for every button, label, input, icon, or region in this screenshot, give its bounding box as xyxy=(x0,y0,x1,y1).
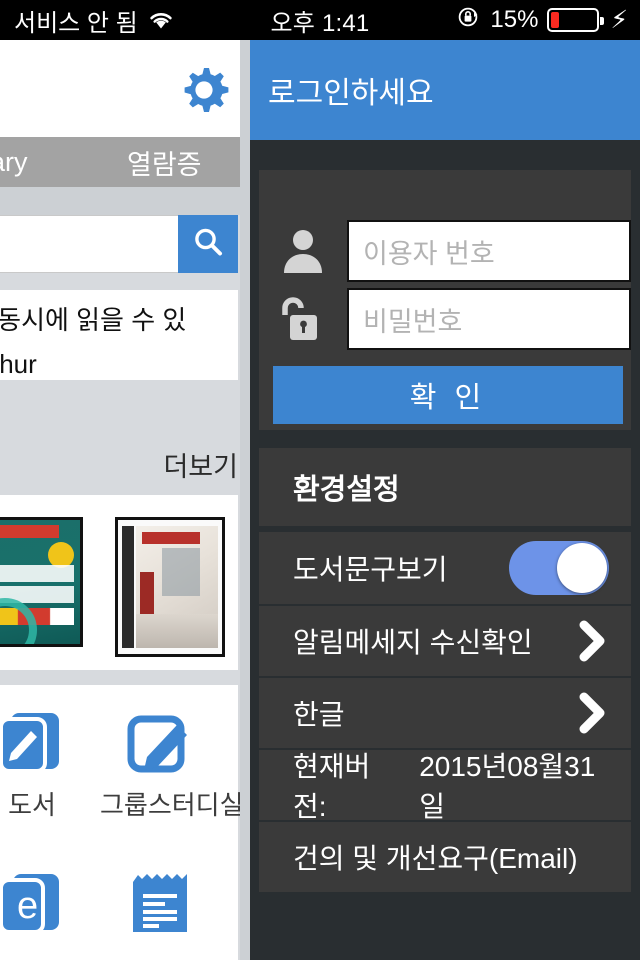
background-app-topbar xyxy=(0,40,250,137)
phone-screen: 서비스 안 됨 오후 1:41 15% ⚡ ry 열람증 동시에 읽을 수 있 … xyxy=(0,0,640,960)
notice-text: 를 동시에 읽을 수 있 Arthur xyxy=(0,290,238,380)
panel-header[interactable]: 로그인하세요 xyxy=(250,40,640,140)
tab-library[interactable]: ibrary xyxy=(0,147,28,178)
lightning-bolt-icon: ⚡ xyxy=(610,5,628,34)
svg-text:e: e xyxy=(17,885,38,927)
tab-reading-card[interactable]: 열람증 xyxy=(127,143,202,182)
gear-icon[interactable] xyxy=(176,62,232,118)
setting-row-book-phrase[interactable]: 도서문구보기 xyxy=(259,532,631,604)
status-bar: 서비스 안 됨 오후 1:41 15% ⚡ xyxy=(0,0,640,40)
login-submit-button[interactable]: 확 인 xyxy=(273,366,623,424)
setting-label: 알림메세지 수신확인 xyxy=(293,627,533,658)
menu-item-notepad[interactable] xyxy=(100,860,220,946)
menu-item-book[interactable]: 도서 xyxy=(0,699,92,822)
search-button[interactable] xyxy=(178,215,238,273)
password-row: 비밀번호 xyxy=(259,286,631,352)
more-link[interactable]: 더보기 xyxy=(0,445,250,489)
version-value: 2015년08월31일 xyxy=(419,751,596,822)
background-app: ibrary 열람증 를 동시에 읽을 수 있 Arthur 더보기 xyxy=(0,40,250,960)
chevron-right-icon xyxy=(575,619,609,663)
background-app-tabbar: ibrary 열람증 xyxy=(0,137,250,187)
search-icon xyxy=(191,225,225,264)
setting-label: 도서문구보기 xyxy=(293,554,448,585)
chevron-right-icon xyxy=(575,691,609,735)
notepad-icon xyxy=(100,860,220,940)
setting-row-feedback[interactable]: 건의 및 개선요구(Email) xyxy=(259,822,631,892)
settings-panel: 로그인하세요 이용자 번호 비밀번호 확 인 환경설정 도서문구보기 알림메세지… xyxy=(250,40,640,960)
menu-item-label: 그룹스터디실 xyxy=(100,790,244,820)
book-cover[interactable] xyxy=(115,517,225,657)
panel-header-title: 로그인하세요 xyxy=(268,77,434,110)
user-id-row: 이용자 번호 xyxy=(259,218,631,284)
search-strip xyxy=(0,187,250,215)
setting-label: 건의 및 개선요구(Email) xyxy=(293,843,578,874)
menu-item-ebook[interactable]: e xyxy=(0,860,92,946)
status-bar-right: 15% ⚡ xyxy=(457,5,628,36)
settings-section-title: 환경설정 xyxy=(259,448,631,526)
version-label: 현재버전: xyxy=(293,751,371,822)
person-icon xyxy=(259,227,347,275)
book-cover[interactable] xyxy=(0,517,83,647)
quick-menu: 도서 그룹스터디실 e xyxy=(0,685,244,960)
setting-label: 한글 xyxy=(293,699,345,730)
panel-edge xyxy=(240,40,250,960)
book-phrase-toggle[interactable] xyxy=(509,541,609,595)
battery-percent-label: 15% xyxy=(490,6,539,33)
unlock-padlock-icon xyxy=(259,294,347,344)
notice-line-2: Arthur xyxy=(0,349,37,379)
setting-row-language[interactable]: 한글 xyxy=(259,678,631,748)
edit-square-icon xyxy=(100,699,220,779)
user-id-input[interactable]: 이용자 번호 xyxy=(347,220,631,282)
setting-row-version: 현재버전: 2015년08월31일 xyxy=(259,750,631,822)
rotation-lock-icon xyxy=(457,5,481,36)
setting-row-notification[interactable]: 알림메세지 수신확인 xyxy=(259,606,631,676)
login-card: 이용자 번호 비밀번호 확 인 xyxy=(259,170,631,430)
book-cover-list xyxy=(0,495,238,670)
menu-item-label: 도서 xyxy=(8,790,56,820)
battery-icon xyxy=(547,8,605,32)
password-input[interactable]: 비밀번호 xyxy=(347,288,631,350)
book-pencil-icon xyxy=(0,699,92,779)
menu-item-group-study[interactable]: 그룹스터디실 xyxy=(100,699,244,822)
notice-line-1: 를 동시에 읽을 수 있 xyxy=(0,305,187,335)
ebook-icon: e xyxy=(0,860,92,940)
